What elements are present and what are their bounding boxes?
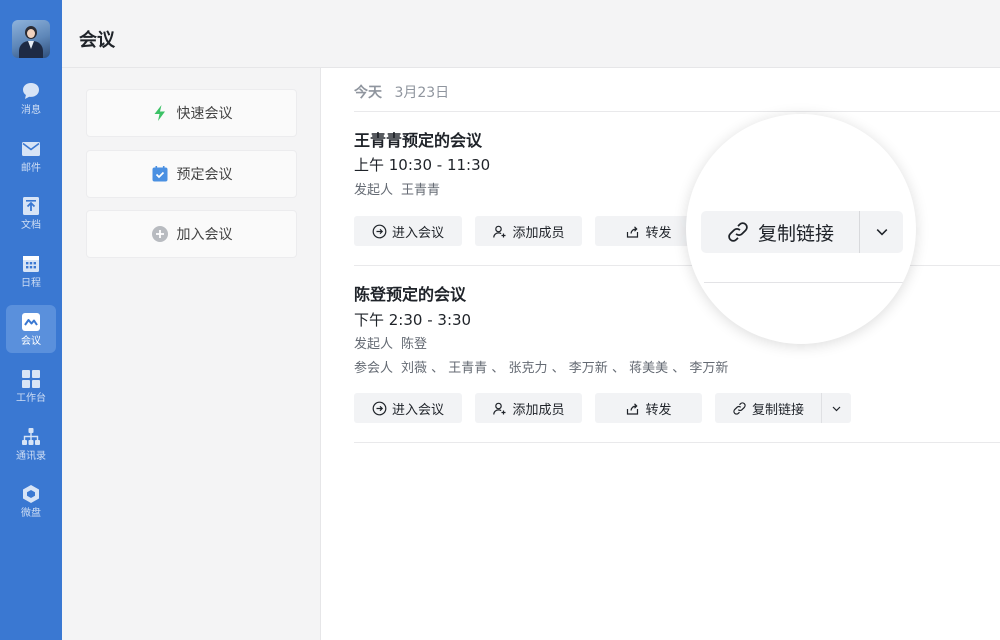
link-icon (733, 401, 746, 415)
join-meeting-button[interactable]: 加入会议 (86, 210, 297, 258)
mail-icon (22, 142, 40, 156)
add-user-icon (493, 402, 506, 415)
copy-link-button[interactable]: 复制链接 (715, 393, 822, 423)
nav-label: 消息 (21, 105, 41, 116)
avatar[interactable] (12, 20, 50, 58)
meeting-attendees: 参会人 刘薇 、 王青青 、 张克力 、 李万新 、 蒋美美 、 李万新 (354, 360, 728, 378)
copy-link-button[interactable]: 复制链接 (701, 211, 860, 253)
meeting-organizer: 发起人 王青青 (354, 182, 440, 200)
calendar-icon (23, 256, 39, 272)
nav-item-drive[interactable]: 微盘 (6, 477, 56, 525)
page-title: 会议 (79, 30, 115, 51)
page-header: 会议 (62, 0, 1000, 68)
quick-meeting-button[interactable]: 快速会议 (86, 89, 297, 137)
date-header: 今天 3月23日 (354, 84, 449, 102)
schedule-meeting-button[interactable]: 预定会议 (86, 150, 297, 198)
share-icon (627, 225, 639, 238)
add-member-button[interactable]: 添加成员 (475, 216, 582, 246)
nav-label: 工作台 (16, 393, 46, 404)
enter-meeting-button[interactable]: 进入会议 (354, 216, 462, 246)
copy-link-split-button-zoomed: 复制链接 (701, 211, 903, 253)
nav-item-workbench[interactable]: 工作台 (6, 362, 56, 410)
organizer-name: 王青青 (401, 183, 441, 198)
today-label: 今天 (354, 85, 382, 101)
nav-item-mail[interactable]: 邮件 (6, 132, 56, 180)
organizer-label: 发起人 (354, 337, 394, 352)
meeting-organizer: 发起人 陈登 (354, 336, 427, 354)
add-user-icon (493, 225, 506, 238)
attendees-label: 参会人 (354, 361, 394, 376)
lightning-icon (154, 105, 165, 121)
organizer-name: 陈登 (401, 337, 428, 352)
chat-bubble-icon (23, 83, 39, 99)
meeting-list: 今天 3月23日 王青青预定的会议 上午 10:30 - 11:30 发起人 王青… (322, 68, 1000, 640)
plus-circle-icon (151, 226, 168, 242)
nav-label: 通讯录 (16, 451, 46, 462)
meeting-title[interactable]: 陈登预定的会议 (354, 285, 466, 305)
divider (354, 442, 1000, 443)
attendees-list: 刘薇 、 王青青 、 张克力 、 李万新 、 蒋美美 、 李万新 (401, 361, 729, 376)
divider (704, 282, 916, 283)
nav-label: 会议 (21, 336, 41, 347)
date-label: 3月23日 (394, 85, 450, 101)
link-icon (728, 222, 748, 242)
add-member-button[interactable]: 添加成员 (475, 393, 582, 423)
organizer-label: 发起人 (354, 183, 394, 198)
share-icon (627, 402, 639, 415)
meeting-time: 下午 2:30 - 3:30 (354, 311, 472, 329)
copy-link-dropdown[interactable] (822, 393, 851, 423)
meeting-time: 上午 10:30 - 11:30 (354, 156, 491, 174)
nav-label: 日程 (21, 278, 41, 289)
nav-item-contacts[interactable]: 通讯录 (6, 420, 56, 468)
nav-item-messages[interactable]: 消息 (6, 74, 56, 122)
calendar-check-icon (152, 166, 167, 182)
nav-label: 文档 (21, 220, 41, 231)
nav-label: 邮件 (21, 163, 41, 174)
enter-meeting-button[interactable]: 进入会议 (354, 393, 462, 423)
forward-button[interactable]: 转发 (595, 393, 702, 423)
cloud-drive-icon (23, 485, 39, 503)
meeting-title[interactable]: 王青青预定的会议 (354, 131, 482, 151)
document-icon (23, 197, 39, 215)
chevron-down-icon (876, 229, 887, 236)
org-chart-icon (22, 428, 40, 445)
nav-item-docs[interactable]: 文档 (6, 189, 56, 237)
enter-arrow-icon (372, 401, 387, 415)
enter-arrow-icon (372, 224, 387, 238)
copy-link-dropdown[interactable] (860, 211, 903, 253)
chevron-down-icon (832, 406, 841, 411)
grid-icon (22, 370, 40, 388)
nav-item-meeting[interactable]: 会议 (6, 305, 56, 353)
divider (354, 111, 1000, 112)
copy-link-split-button: 复制链接 (715, 393, 851, 423)
app-rail: 消息 邮件 文档 日程 会议 工作台 通讯录 微盘 (0, 0, 62, 640)
meeting-icon (22, 313, 40, 331)
magnifier-lens: 复制链接 (686, 114, 916, 344)
nav-label: 微盘 (21, 508, 41, 519)
nav-item-calendar[interactable]: 日程 (6, 247, 56, 295)
meeting-actions-panel: 快速会议 预定会议 加入会议 (62, 68, 321, 640)
